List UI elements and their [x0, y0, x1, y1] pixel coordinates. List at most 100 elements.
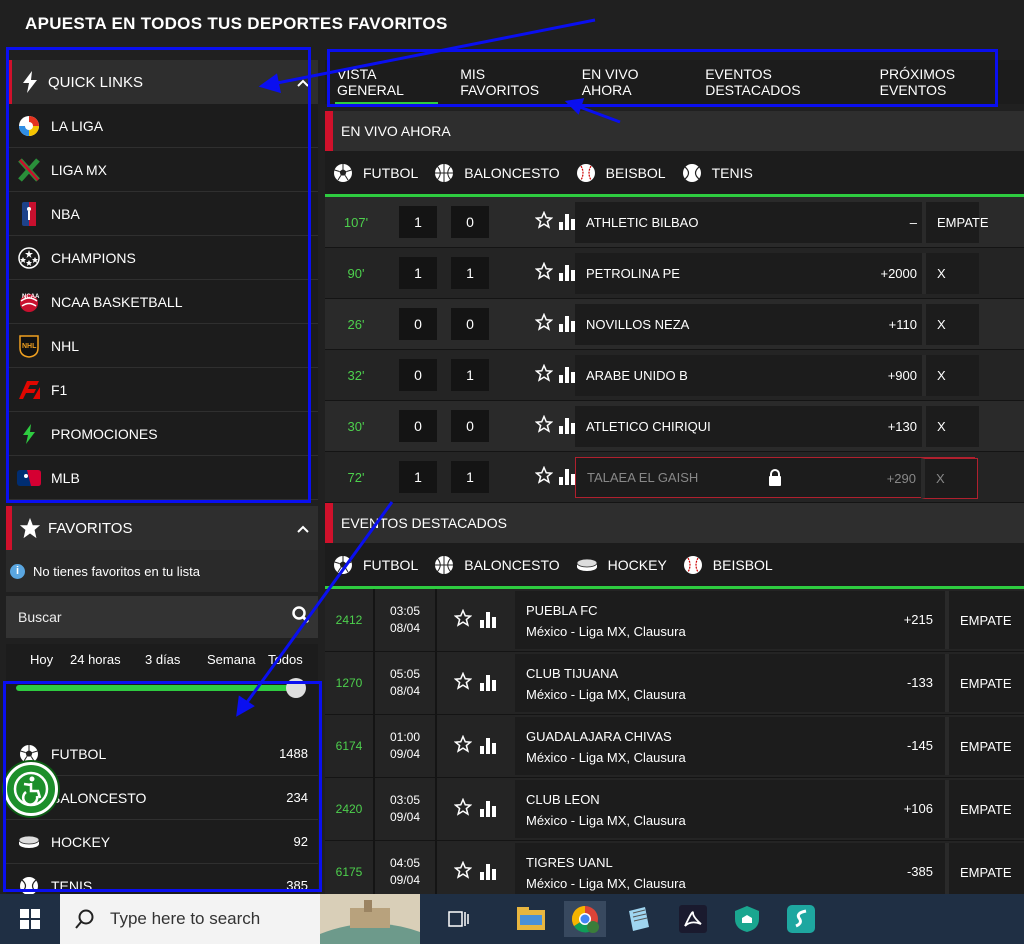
star-outline-icon[interactable]	[534, 465, 554, 489]
quick-link-item[interactable]: CHAMPIONS	[6, 236, 318, 280]
draw-odds-button[interactable]: X	[922, 355, 979, 396]
time-range-slider-track[interactable]	[16, 685, 298, 691]
quick-link-item[interactable]: LA LIGA	[6, 104, 318, 148]
time-range-option[interactable]: 3 días	[145, 652, 180, 667]
draw-odds-button[interactable]: EMPATE	[922, 202, 989, 243]
lightning-icon	[12, 71, 48, 93]
search-input[interactable]: Buscar	[18, 609, 292, 625]
odds-button[interactable]: CLUB LEON México - Liga MX, Clausura +106	[515, 780, 945, 838]
search-icon[interactable]	[292, 605, 310, 629]
odds-button[interactable]: GUADALAJARA CHIVAS México - Liga MX, Clau…	[515, 717, 945, 775]
stats-bars-icon[interactable]	[559, 367, 575, 383]
odds-button[interactable]: ATLETICO CHIRIQUI +130 X	[575, 406, 979, 447]
tab-eventos-destacados[interactable]: EVENTOS DESTACADOS	[705, 60, 855, 104]
featured-sport-tabs: FUTBOL BALONCESTO HOCKEY BEISBOL	[325, 543, 1024, 589]
star-outline-icon[interactable]	[453, 608, 473, 632]
star-outline-icon[interactable]	[453, 671, 473, 695]
quick-link-item[interactable]: NHL NHL	[6, 324, 318, 368]
draw-odds-button[interactable]: X	[922, 406, 979, 447]
featured-event-row: 6174 01:00 09/04 GUADALAJARA CHIVAS México -…	[325, 714, 1024, 778]
odds-button[interactable]: PUEBLA FC México - Liga MX, Clausura +215	[515, 591, 945, 649]
sport-tab-beisbol[interactable]: BEISBOL	[576, 163, 666, 183]
chevron-up-icon[interactable]	[288, 520, 318, 536]
event-datetime: 03:05 09/04	[375, 777, 437, 841]
draw-odds-button[interactable]: X	[922, 304, 979, 345]
time-range-slider-knob[interactable]	[286, 678, 306, 698]
odds-button[interactable]: ARABE UNIDO B +900 X	[575, 355, 979, 396]
draw-odds-button[interactable]: EMPATE	[945, 843, 1024, 901]
quick-link-item[interactable]: MLB	[6, 456, 318, 500]
accessibility-icon[interactable]	[4, 762, 58, 816]
sport-tab-futbol[interactable]: FUTBOL	[333, 163, 418, 183]
sport-tab-tenis[interactable]: TENIS	[682, 163, 753, 183]
time-range-option[interactable]: Semana	[207, 652, 255, 667]
sport-tab-hockey[interactable]: HOCKEY	[576, 557, 667, 573]
page-title: APUESTA EN TODOS TUS DEPORTES FAVORITOS	[25, 14, 448, 33]
quick-link-item[interactable]: NBA	[6, 192, 318, 236]
sport-list-item[interactable]: FUTBOL 1488	[6, 732, 318, 776]
odds-button[interactable]: ATHLETIC BILBAO – EMPATE	[575, 202, 989, 243]
draw-odds-button[interactable]: EMPATE	[945, 591, 1024, 649]
odds-button[interactable]: CLUB TIJUANA México - Liga MX, Clausura -1…	[515, 654, 945, 712]
draw-odds-button[interactable]: EMPATE	[945, 780, 1024, 838]
taskbar-search-box[interactable]: Type here to search	[60, 894, 420, 944]
star-outline-icon[interactable]	[534, 210, 554, 234]
time-range-option[interactable]: Todos	[268, 652, 303, 667]
draw-odds-button[interactable]: EMPATE	[945, 717, 1024, 775]
windows-start-icon[interactable]	[0, 894, 60, 944]
stats-bars-icon[interactable]	[480, 612, 496, 628]
star-outline-icon[interactable]	[453, 797, 473, 821]
quick-link-item[interactable]: F1	[6, 368, 318, 412]
sport-tab-baloncesto[interactable]: BALONCESTO	[434, 555, 560, 575]
sport-tab-baloncesto[interactable]: BALONCESTO	[434, 163, 560, 183]
time-range-option[interactable]: 24 horas	[70, 652, 121, 667]
match-minute: 30'	[347, 418, 365, 434]
chrome-icon[interactable]	[564, 901, 606, 937]
tab-vista-general[interactable]: VISTA GENERAL	[334, 60, 439, 104]
star-outline-icon[interactable]	[534, 312, 554, 336]
odds-button[interactable]: PETROLINA PE +2000 X	[575, 253, 979, 294]
stats-bars-icon[interactable]	[559, 469, 575, 485]
surfshark-icon[interactable]	[780, 901, 822, 937]
odds-button[interactable]: TIGRES UANL México - Liga MX, Clausura -38…	[515, 843, 945, 901]
star-outline-icon[interactable]	[534, 414, 554, 438]
stats-bars-icon[interactable]	[480, 675, 496, 691]
stats-bars-icon[interactable]	[559, 265, 575, 281]
team-name: ATLETICO CHIRIQUI	[586, 419, 711, 434]
quick-link-item[interactable]: NCAA NCAA BASKETBALL	[6, 280, 318, 324]
stats-bars-icon[interactable]	[480, 801, 496, 817]
draw-odds-button[interactable]: X	[922, 253, 979, 294]
draw-odds-button[interactable]: EMPATE	[945, 654, 1024, 712]
sport-tab-futbol[interactable]: FUTBOL	[333, 555, 418, 575]
star-outline-icon[interactable]	[534, 363, 554, 387]
chevron-up-icon[interactable]	[288, 74, 318, 90]
favorites-header[interactable]: FAVORITOS	[6, 506, 318, 550]
tab-próximos-eventos[interactable]: PRÓXIMOS EVENTOS	[880, 60, 1012, 104]
stats-bars-icon[interactable]	[480, 738, 496, 754]
stats-bars-icon[interactable]	[559, 418, 575, 434]
quick-link-item[interactable]: PROMOCIONES	[6, 412, 318, 456]
odds-button[interactable]: NOVILLOS NEZA +110 X	[575, 304, 979, 345]
file-explorer-icon[interactable]	[510, 901, 552, 937]
notepad-icon[interactable]	[618, 901, 660, 937]
stats-bars-icon[interactable]	[559, 214, 575, 230]
star-outline-icon[interactable]	[534, 261, 554, 285]
task-view-icon[interactable]	[438, 901, 480, 937]
search-field[interactable]: Buscar	[6, 596, 318, 638]
lock-icon	[768, 469, 782, 486]
star-outline-icon[interactable]	[453, 734, 473, 758]
vpn-shield-icon[interactable]	[726, 901, 768, 937]
star-outline-icon[interactable]	[453, 860, 473, 884]
tab-en-vivo-ahora[interactable]: EN VIVO AHORA	[582, 60, 681, 104]
sport-tab-beisbol[interactable]: BEISBOL	[683, 555, 773, 575]
stats-bars-icon[interactable]	[480, 864, 496, 880]
sport-list-item[interactable]: HOCKEY 92	[6, 820, 318, 864]
quick-link-item[interactable]: LIGA MX	[6, 148, 318, 192]
stats-bars-icon[interactable]	[559, 316, 575, 332]
time-range-option[interactable]: Hoy	[30, 652, 53, 667]
team-name: GUADALAJARA CHIVAS	[526, 729, 672, 744]
tab-mis-favoritos[interactable]: MIS FAVORITOS	[460, 60, 558, 104]
acrobat-icon[interactable]	[672, 901, 714, 937]
team-name: ARABE UNIDO B	[586, 368, 688, 383]
quick-links-header[interactable]: QUICK LINKS	[6, 60, 318, 104]
